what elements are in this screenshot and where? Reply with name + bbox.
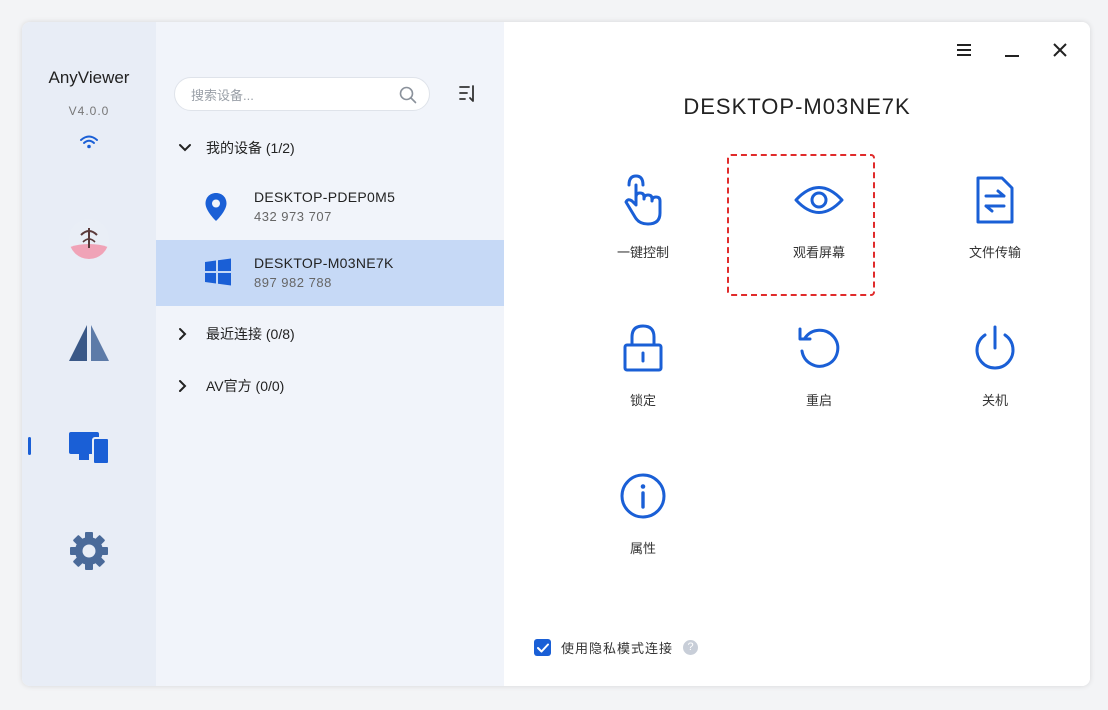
device-title: DESKTOP-M03NE7K — [683, 94, 911, 119]
chevron-right-icon — [178, 379, 194, 393]
group-label: 最近连接 (0/8) — [206, 326, 295, 342]
settings-gear-icon[interactable] — [66, 528, 112, 574]
menu-icon[interactable] — [952, 38, 976, 62]
device-action-panel: DESKTOP-M03NE7K 一键控制 观看屏幕 文件传输 锁定 重启 关机 … — [504, 22, 1090, 686]
info-icon — [583, 468, 703, 524]
device-row[interactable]: DESKTOP-PDEP0M5 432 973 707 — [156, 174, 504, 240]
lock-icon — [583, 320, 703, 376]
action-label: 一键控制 — [616, 245, 669, 260]
avatar[interactable] — [66, 216, 112, 262]
remote-control-nav-icon[interactable] — [66, 320, 112, 366]
file-transfer-button[interactable]: 文件传输 — [935, 152, 1055, 272]
device-row-selected[interactable]: DESKTOP-M03NE7K 897 982 788 — [156, 240, 504, 306]
chevron-down-icon — [178, 143, 194, 153]
action-label: 锁定 — [629, 393, 656, 408]
restart-icon — [759, 320, 879, 376]
tap-hand-icon — [583, 172, 703, 228]
search-box[interactable] — [174, 77, 430, 111]
device-id: 897 982 788 — [254, 275, 332, 290]
device-list-panel: 我的设备 (1/2) DESKTOP-PDEP0M5 432 973 707 — [156, 22, 504, 686]
close-icon[interactable] — [1048, 38, 1072, 62]
group-label: AV官方 (0/0) — [206, 378, 285, 394]
minimize-icon[interactable] — [1000, 38, 1024, 62]
privacy-mode-option: 使用隐私模式连接 ? — [534, 638, 699, 657]
view-screen-button[interactable]: 观看屏幕 — [759, 152, 879, 272]
eye-icon — [759, 172, 879, 228]
windows-icon — [204, 258, 232, 291]
file-transfer-icon — [935, 172, 1055, 228]
app-window: AnyViewer V4.0.0 搜索设备... 我的设备 (1/2) DESK… — [22, 22, 1090, 686]
privacy-mode-checkbox[interactable] — [534, 639, 551, 656]
power-icon — [935, 320, 1055, 376]
device-name: DESKTOP-PDEP0M5 — [254, 189, 396, 205]
device-id: 432 973 707 — [254, 209, 332, 224]
group-my-devices[interactable]: 我的设备 (1/2) — [178, 136, 295, 160]
action-label: 属性 — [629, 541, 656, 556]
chevron-right-icon — [178, 327, 194, 341]
privacy-mode-label: 使用隐私模式连接 — [561, 641, 674, 656]
action-label: 关机 — [981, 393, 1008, 408]
search-icon[interactable] — [399, 86, 417, 109]
restart-button[interactable]: 重启 — [759, 300, 879, 420]
location-pin-icon — [204, 192, 228, 227]
wifi-icon — [79, 134, 99, 155]
devices-nav-icon[interactable] — [66, 424, 112, 470]
group-label: 我的设备 (1/2) — [206, 140, 295, 156]
action-label: 文件传输 — [968, 245, 1021, 260]
help-icon[interactable]: ? — [683, 640, 699, 655]
group-av-official[interactable]: AV官方 (0/0) — [178, 374, 284, 398]
one-click-control-button[interactable]: 一键控制 — [583, 152, 703, 272]
app-version: V4.0.0 — [68, 104, 110, 118]
device-name: DESKTOP-M03NE7K — [254, 255, 394, 271]
nav-rail: AnyViewer V4.0.0 — [22, 22, 156, 686]
shutdown-button[interactable]: 关机 — [935, 300, 1055, 420]
search-input[interactable] — [189, 84, 393, 106]
action-label: 观看屏幕 — [792, 245, 845, 260]
app-name: AnyViewer — [48, 68, 130, 87]
active-nav-indicator — [28, 437, 31, 455]
group-recent[interactable]: 最近连接 (0/8) — [178, 322, 295, 346]
action-label: 重启 — [805, 393, 832, 408]
lock-button[interactable]: 锁定 — [583, 300, 703, 420]
sort-icon[interactable] — [458, 84, 478, 109]
properties-button[interactable]: 属性 — [583, 448, 703, 568]
